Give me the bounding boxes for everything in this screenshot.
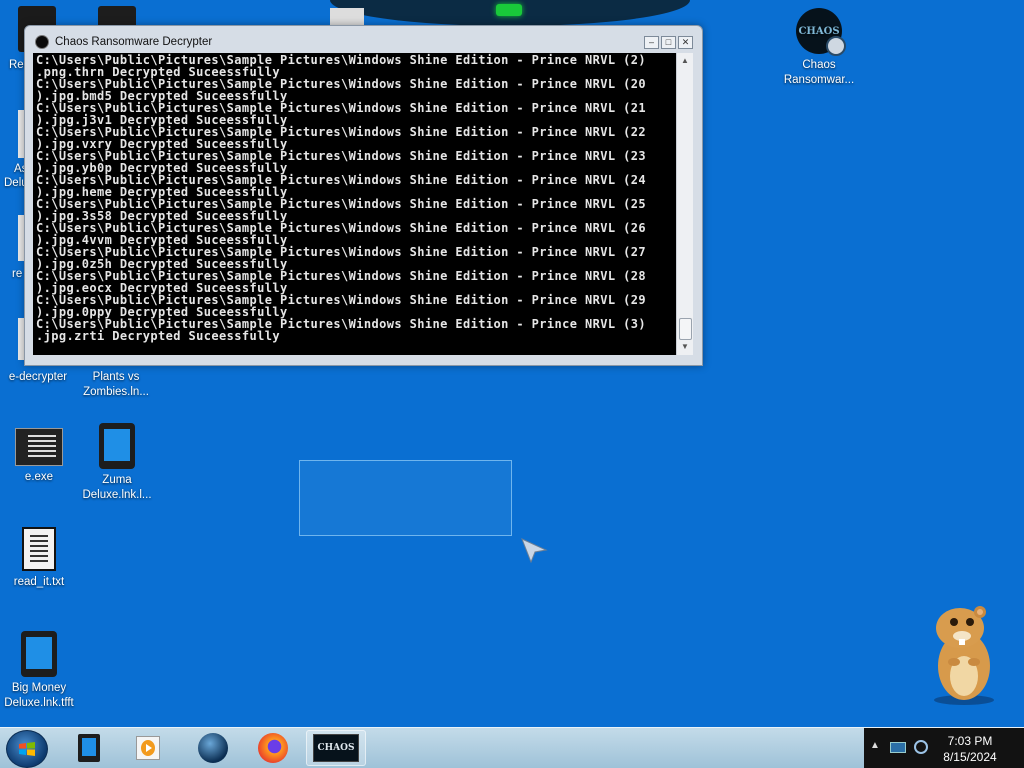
firefox-icon (258, 733, 288, 763)
system-tray: ▲ 7:03 PM 8/15/2024 (864, 728, 1024, 768)
chaos-logo-icon: CHAOS (796, 8, 846, 56)
hamster-mascot-icon (934, 606, 994, 705)
icon-label: Chaos (802, 59, 836, 71)
close-button[interactable]: ✕ (678, 36, 693, 49)
chaos-app-icon: CHAOS (313, 734, 359, 762)
network-icon[interactable] (890, 742, 906, 753)
icon-label: Big Money (11, 682, 67, 694)
icon-label: Deluxe.lnk.tfft (4, 697, 74, 709)
shortcut-icon (21, 631, 57, 677)
icon-label: Ransomwar... (783, 74, 855, 86)
desktop-icon-chaos-ransomware[interactable]: CHAOS Chaos Ransomwar... (781, 8, 857, 88)
start-button[interactable] (6, 730, 48, 768)
taskbar-media-player[interactable] (122, 730, 174, 766)
scroll-thumb[interactable] (679, 318, 692, 340)
icon-label: e.exe (24, 471, 54, 483)
decrypter-window[interactable]: Chaos Ransomware Decrypter – □ ✕ C:\User… (24, 25, 703, 366)
clock-time[interactable]: 7:03 PM (934, 734, 1006, 748)
shortcut-icon (99, 423, 135, 469)
taskbar: CHAOS ▲ 7:03 PM 8/15/2024 (0, 727, 1024, 768)
mouse-cursor-icon (521, 538, 548, 563)
globe-icon (198, 733, 228, 763)
minimize-button[interactable]: – (644, 36, 659, 49)
app-icon (35, 35, 49, 49)
top-decoration (330, 0, 690, 26)
desktop-icon-plants-vs-zombies[interactable]: Plants vs Zombies.ln... (78, 370, 154, 400)
taskbar-globe-app[interactable] (186, 730, 238, 766)
desktop-icon-big-money[interactable]: Big Money Deluxe.lnk.tfft (1, 631, 77, 711)
icon-label: Deluxe.lnk.l... (82, 489, 152, 501)
icon-label: Zuma (102, 474, 132, 486)
volume-icon[interactable] (914, 740, 928, 754)
icon-label: read_it.txt (13, 576, 65, 588)
windows-logo-icon (19, 742, 35, 756)
console-output[interactable]: C:\Users\Public\Pictures\Sample Pictures… (33, 53, 676, 355)
taskbar-tablet-app[interactable] (64, 730, 116, 766)
desktop-icon-zuma-deluxe[interactable]: Zuma Deluxe.lnk.l... (79, 423, 155, 503)
shield-badge-icon (826, 36, 846, 56)
icon-label: e-decrypter (8, 371, 68, 383)
chaos-app-text: CHAOS (317, 743, 355, 753)
desktop-icon-read-it[interactable]: read_it.txt (1, 527, 77, 590)
text-file-icon (22, 527, 56, 571)
icon-label: Zombies.ln... (83, 386, 149, 398)
vertical-scrollbar[interactable]: ▲ ▼ (676, 53, 693, 355)
window-titlebar[interactable]: Chaos Ransomware Decrypter – □ ✕ (25, 26, 702, 54)
media-player-icon (136, 736, 160, 760)
green-indicator (496, 4, 522, 16)
partial-label-re: re (12, 268, 23, 280)
console-line: .jpg.zrti Decrypted Suceessfully (36, 329, 280, 343)
taskbar-firefox[interactable] (246, 730, 298, 766)
scroll-down-icon[interactable]: ▼ (677, 339, 693, 355)
taskbar-chaos-app[interactable]: CHAOS (306, 730, 366, 766)
drag-selection-rectangle (299, 460, 512, 536)
icon-label: Plants vs (92, 371, 140, 383)
show-hidden-icons-icon[interactable]: ▲ (870, 740, 880, 751)
desktop-icon-e-decrypter[interactable]: e-decrypter (0, 370, 76, 385)
scroll-up-icon[interactable]: ▲ (677, 53, 693, 69)
maximize-button[interactable]: □ (661, 36, 676, 49)
tablet-icon (78, 734, 100, 762)
window-title: Chaos Ransomware Decrypter (55, 36, 213, 48)
executable-icon (15, 428, 63, 466)
clock-date[interactable]: 8/15/2024 (934, 750, 1006, 764)
desktop-icon-e-exe[interactable]: e.exe (1, 428, 77, 485)
